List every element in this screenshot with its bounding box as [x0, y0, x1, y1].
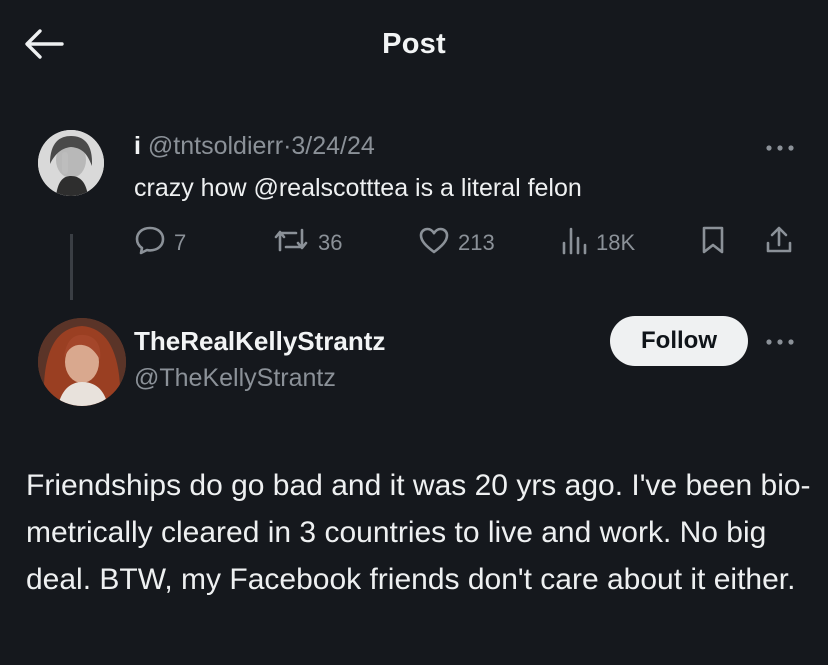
share-button[interactable]	[764, 226, 794, 260]
parent-handle[interactable]: @tntsoldierr	[148, 132, 283, 160]
more-horizontal-icon	[765, 333, 795, 351]
repost-button[interactable]: 36	[272, 226, 342, 260]
repost-arrows-icon	[272, 226, 310, 260]
reply-button[interactable]: 7	[134, 226, 186, 260]
views-count: 18K	[596, 230, 636, 255]
comment-bubble-icon	[134, 225, 166, 261]
parent-avatar[interactable]	[38, 130, 104, 196]
bar-chart-icon	[560, 225, 588, 261]
parent-meta: i @tntsoldierr·3/24/24	[134, 132, 375, 161]
parent-date[interactable]: 3/24/24	[291, 132, 374, 160]
bookmark-button[interactable]	[700, 226, 726, 260]
reply-handle[interactable]: @TheKellyStrantz	[134, 364, 336, 393]
reply-display-name[interactable]: TheRealKellyStrantz	[134, 326, 385, 357]
reply-tweet-text: Friendships do go bad and it was 20 yrs …	[26, 469, 811, 596]
more-horizontal-icon	[765, 139, 795, 157]
parent-display-name[interactable]: i	[134, 132, 141, 160]
follow-button[interactable]: Follow	[610, 316, 748, 366]
repost-count: 36	[318, 230, 343, 255]
reply-avatar[interactable]	[38, 318, 126, 406]
parent-action-bar: 7 36 213 18K	[0, 226, 828, 260]
reply-more-button[interactable]	[762, 332, 798, 352]
reply-count: 7	[174, 230, 187, 255]
parent-tweet-text: crazy how @realscotttea is a literal fel…	[134, 174, 582, 202]
views-button[interactable]: 18K	[560, 226, 635, 260]
parent-more-button[interactable]	[762, 138, 798, 158]
top-bar: Post	[0, 0, 828, 92]
like-button[interactable]: 213	[418, 226, 495, 260]
page-title: Post	[382, 28, 446, 60]
heart-icon	[418, 226, 450, 260]
share-upload-icon	[764, 225, 794, 261]
like-count: 213	[458, 230, 495, 255]
bookmark-icon	[700, 225, 726, 261]
